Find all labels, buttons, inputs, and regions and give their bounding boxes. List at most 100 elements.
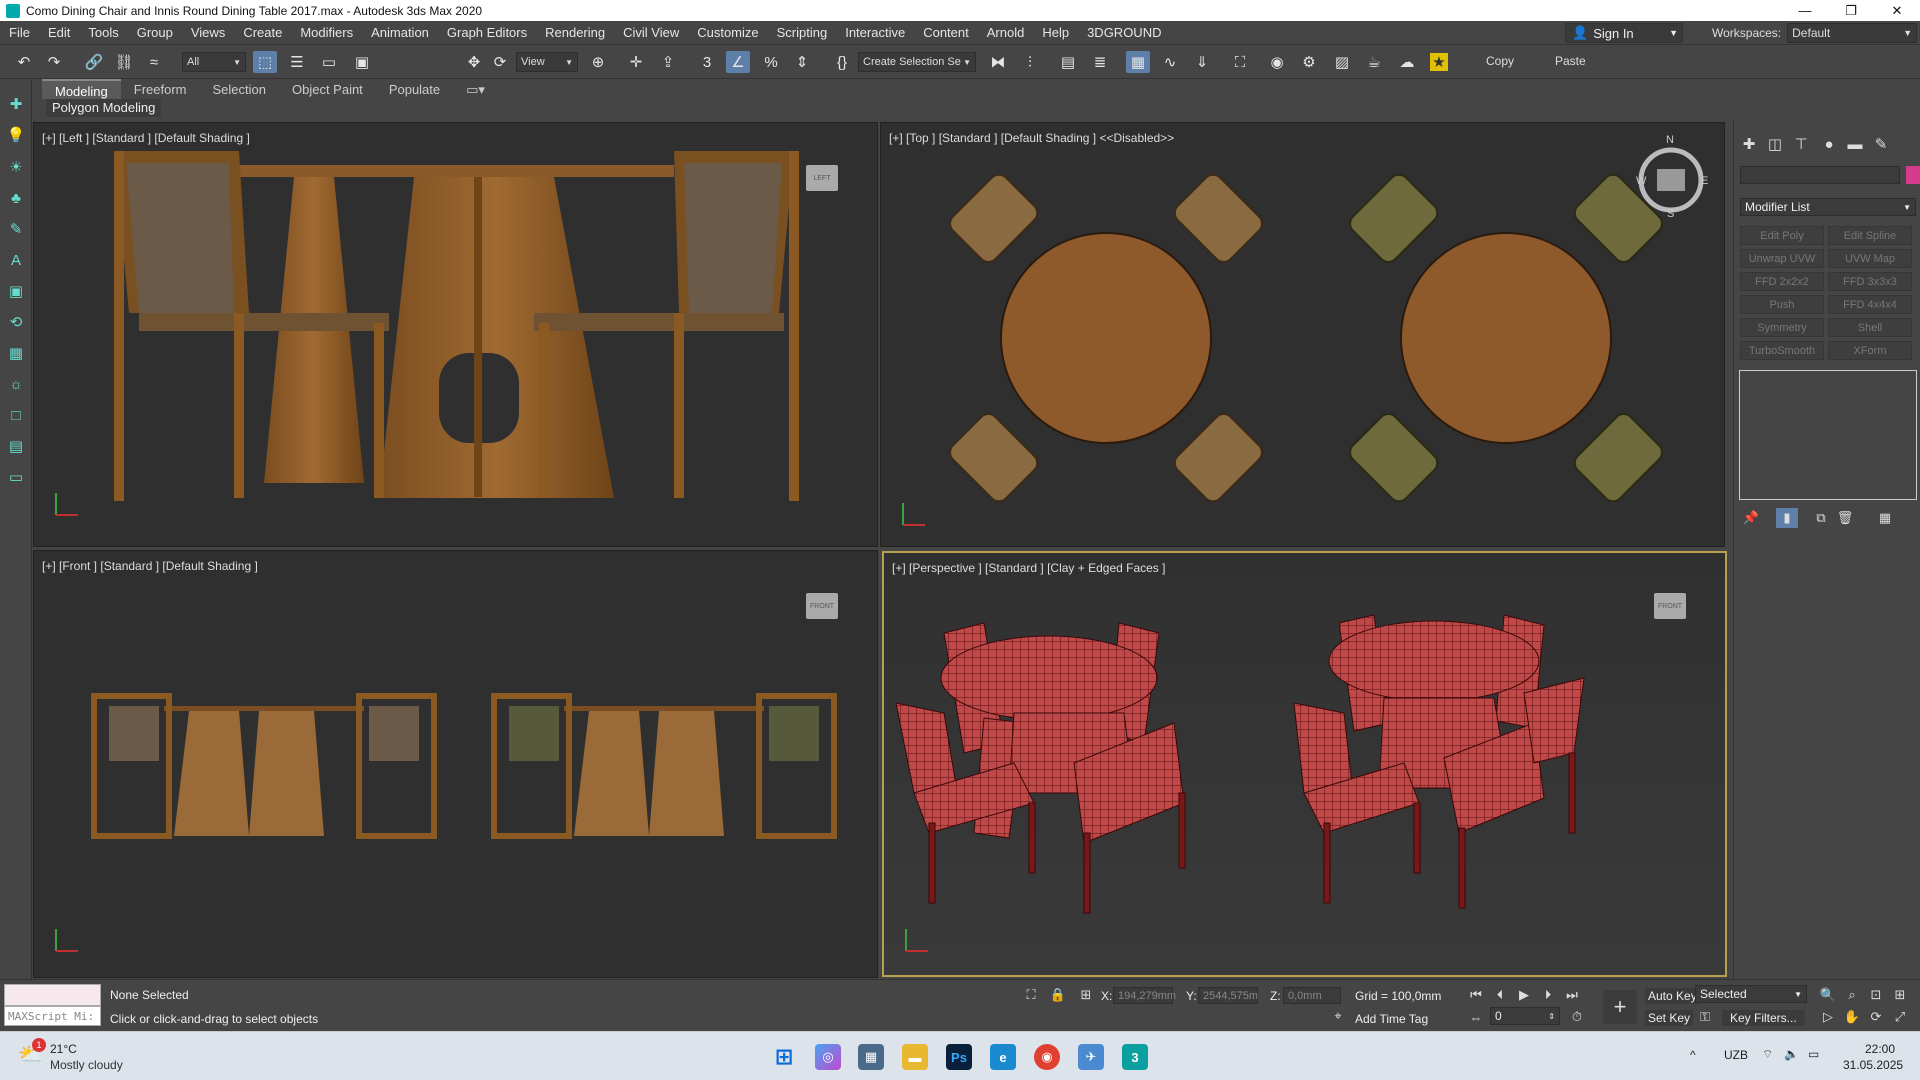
unlink-icon[interactable]: ⛓ [112, 51, 136, 73]
dope-sheet-icon[interactable]: ⇓ [1190, 51, 1214, 73]
render-setup-icon[interactable]: ⚙ [1297, 51, 1321, 73]
menu-modifiers[interactable]: Modifiers [291, 25, 362, 40]
mod-uvw-map[interactable]: UVW Map [1828, 249, 1912, 268]
render-icon[interactable]: ☕ [1362, 51, 1386, 73]
keyboard-shortcut-icon[interactable]: ⇪ [656, 51, 680, 73]
pen-icon[interactable]: ✎ [6, 218, 26, 240]
mod-unwrap-uvw[interactable]: Unwrap UVW [1740, 249, 1824, 268]
zoom-extents-icon[interactable]: ⊡ [1865, 985, 1887, 1005]
fov-icon[interactable]: ▷ [1817, 1007, 1839, 1027]
hierarchy-tab-icon[interactable]: ⊤ [1790, 134, 1812, 154]
modifier-list-dropdown[interactable]: Modifier List ▼ [1740, 198, 1916, 216]
star-plugin-icon[interactable]: ★ [1430, 53, 1448, 71]
cycle-icon[interactable]: ⟲ [6, 311, 26, 333]
mod-ffd-4x4x4[interactable]: FFD 4x4x4 [1828, 295, 1912, 314]
ribbon-tab-populate[interactable]: Populate [376, 79, 453, 99]
panel-icon[interactable]: ▭ [6, 466, 26, 488]
spinner-snap-icon[interactable]: ⇕ [790, 51, 814, 73]
menu-views[interactable]: Views [182, 25, 234, 40]
text-icon[interactable]: A [6, 249, 26, 271]
select-manipulate-icon[interactable]: ✛ [624, 51, 648, 73]
menu-arnold[interactable]: Arnold [978, 25, 1034, 40]
redo-icon[interactable]: ↷ [42, 51, 66, 73]
menu-scripting[interactable]: Scripting [768, 25, 837, 40]
battery-icon[interactable]: ▭ [1808, 1047, 1819, 1061]
paste-button[interactable]: Paste [1555, 54, 1586, 68]
time-tag-icon[interactable]: ⌖ [1327, 1006, 1349, 1026]
mod-edit-spline[interactable]: Edit Spline [1828, 226, 1912, 245]
pin-stack-icon[interactable]: 📌 [1740, 508, 1762, 528]
mod-turbosmooth[interactable]: TurboSmooth [1740, 341, 1824, 360]
next-frame-icon[interactable]: ⏵ [1537, 985, 1559, 1005]
menu-create[interactable]: Create [234, 25, 291, 40]
reference-coord-dropdown[interactable]: View ▼ [516, 52, 578, 72]
pivot-center-icon[interactable]: ⊕ [586, 51, 610, 73]
set-key-button[interactable]: Set Key [1645, 1010, 1694, 1026]
y-coord-field[interactable]: 2544,575m [1198, 987, 1258, 1004]
object-color-swatch[interactable] [1906, 166, 1920, 184]
menu-3dground[interactable]: 3DGROUND [1078, 25, 1170, 40]
select-by-name-icon[interactable]: ☰ [285, 51, 309, 73]
select-rotate-icon[interactable]: ⟳ [488, 51, 512, 73]
frame-spinner[interactable]: 0 ⇕ [1490, 1007, 1560, 1025]
layer-explorer-icon[interactable]: ≣ [1088, 51, 1112, 73]
schematic-view-icon[interactable]: ⛶ [1228, 51, 1252, 73]
tray-chevron-icon[interactable]: ^ [1690, 1048, 1696, 1062]
light-icon[interactable]: 💡 [6, 124, 26, 146]
absolute-mode-icon[interactable]: ⊞ [1075, 985, 1097, 1005]
selection-filter-dropdown[interactable]: All ▼ [182, 52, 246, 72]
viewport-left[interactable]: [+] [Left ] [Standard ] [Default Shading… [33, 122, 878, 547]
zoom-icon[interactable]: 🔍 [1817, 985, 1839, 1005]
mod-shell[interactable]: Shell [1828, 318, 1912, 337]
set-key-big-icon[interactable]: + [1603, 990, 1637, 1024]
ribbon-tab-object-paint[interactable]: Object Paint [279, 79, 376, 99]
scene-explorer-icon[interactable]: ▤ [1056, 51, 1080, 73]
sun-icon[interactable]: ☀ [6, 156, 26, 178]
menu-group[interactable]: Group [128, 25, 182, 40]
z-coord-field[interactable]: 0,0mm [1283, 987, 1341, 1004]
menu-customize[interactable]: Customize [688, 25, 767, 40]
mirror-icon[interactable]: ⧓ [986, 51, 1010, 73]
configure-sets-icon[interactable]: ▦ [1874, 508, 1896, 528]
show-end-result-icon[interactable]: ▮ [1776, 508, 1798, 528]
menu-animation[interactable]: Animation [362, 25, 438, 40]
percent-snap-icon[interactable]: % [759, 51, 783, 73]
menu-edit[interactable]: Edit [39, 25, 79, 40]
clock-date[interactable]: 31.05.2025 [1843, 1058, 1903, 1072]
angle-snap-icon[interactable]: ∠ [726, 51, 750, 73]
mod-ffd-3x3x3[interactable]: FFD 3x3x3 [1828, 272, 1912, 291]
maxscript-listener-output[interactable] [4, 984, 101, 1006]
utilities-tab-icon[interactable]: ✎ [1870, 134, 1892, 154]
isolate-icon[interactable]: ⛶ [1020, 985, 1042, 1005]
photoshop-icon[interactable]: Ps [946, 1044, 972, 1070]
remove-modifier-icon[interactable]: 🗑 [1834, 508, 1856, 528]
motion-tab-icon[interactable]: ● [1818, 134, 1840, 154]
goto-start-icon[interactable]: ⏮ [1465, 985, 1487, 1005]
calculator-icon[interactable]: ▦ [858, 1044, 884, 1070]
zoom-all-icon[interactable]: ⌕ [1841, 985, 1863, 1005]
viewport-perspective[interactable]: [+] [Perspective ] [Standard ] [Clay + E… [882, 551, 1727, 977]
grid-icon[interactable]: ▦ [6, 342, 26, 364]
display-tab-icon[interactable]: ▬ [1844, 134, 1866, 154]
ribbon-subtab-polygon-modeling[interactable]: Polygon Modeling [46, 99, 162, 117]
wifi-icon[interactable]: ⌔ [1762, 1047, 1773, 1062]
create-icon[interactable]: ✚ [6, 93, 26, 115]
play-icon[interactable]: ▶ [1513, 985, 1535, 1005]
menu-content[interactable]: Content [914, 25, 978, 40]
menu-tools[interactable]: Tools [79, 25, 127, 40]
minimize-button[interactable]: — [1782, 0, 1828, 21]
clock-time[interactable]: 22:00 [1865, 1042, 1895, 1056]
key-mode-dropdown[interactable]: Selected ▼ [1695, 985, 1807, 1003]
make-unique-icon[interactable]: ⧉ [1810, 508, 1832, 528]
select-object-icon[interactable]: ⬚ [253, 51, 277, 73]
material-editor-icon[interactable]: ◉ [1265, 51, 1289, 73]
bind-spacewarp-icon[interactable]: ≈ [142, 51, 166, 73]
viewport-front[interactable]: [+] [Front ] [Standard ] [Default Shadin… [33, 550, 878, 978]
maxscript-mini-listener[interactable]: MAXScript Mi: [4, 1006, 101, 1026]
modify-tab-icon[interactable]: ◫ [1764, 134, 1786, 154]
copy-button[interactable]: Copy [1486, 54, 1514, 68]
weather-widget[interactable]: ⛅ 1 [18, 1038, 46, 1068]
object-name-field[interactable] [1740, 166, 1900, 184]
file-explorer-icon[interactable]: ▬ [902, 1044, 928, 1070]
menu-help[interactable]: Help [1033, 25, 1078, 40]
